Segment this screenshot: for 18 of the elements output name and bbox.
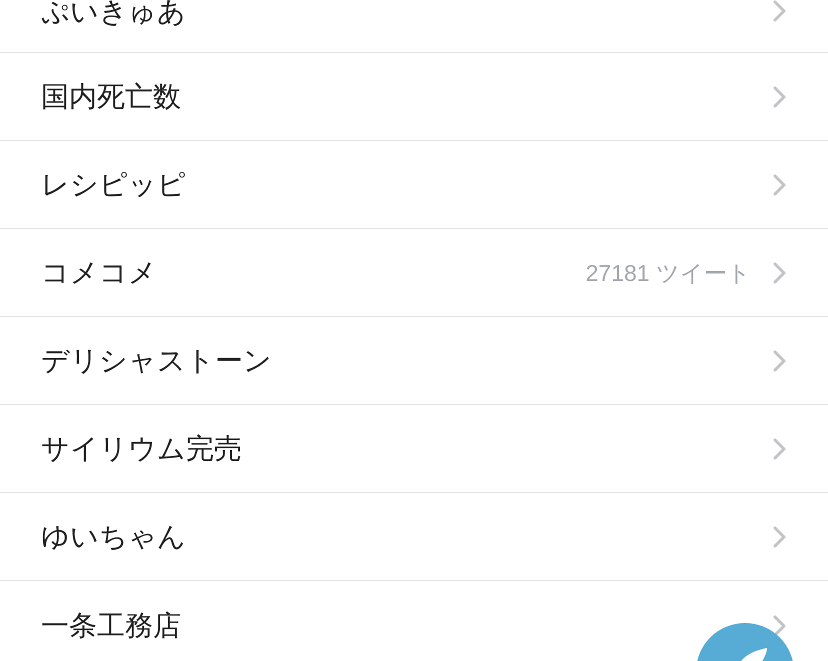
chevron-right-icon	[773, 262, 787, 284]
trend-row[interactable]: ぷいきゅあ	[0, 0, 828, 53]
chevron-right-icon	[773, 615, 787, 637]
trend-name: レシピッピ	[41, 168, 186, 202]
trend-name: サイリウム完売	[41, 432, 242, 466]
trend-name: 国内死亡数	[41, 80, 181, 114]
chevron-right-icon	[773, 0, 787, 22]
chevron-right-icon	[773, 350, 787, 372]
trend-name: ゆいちゃん	[41, 520, 186, 554]
chevron-right-icon	[773, 438, 787, 460]
chevron-right-icon	[773, 86, 787, 108]
trend-name: コメコメ	[41, 256, 157, 290]
chevron-right-icon	[773, 174, 787, 196]
trend-name: ぷいきゅあ	[41, 0, 186, 24]
chevron-right-icon	[773, 526, 787, 548]
tweet-count: 27181 ツイート	[586, 258, 751, 288]
trend-name: 一条工務店	[41, 609, 181, 643]
trend-name: デリシャストーン	[41, 344, 272, 378]
